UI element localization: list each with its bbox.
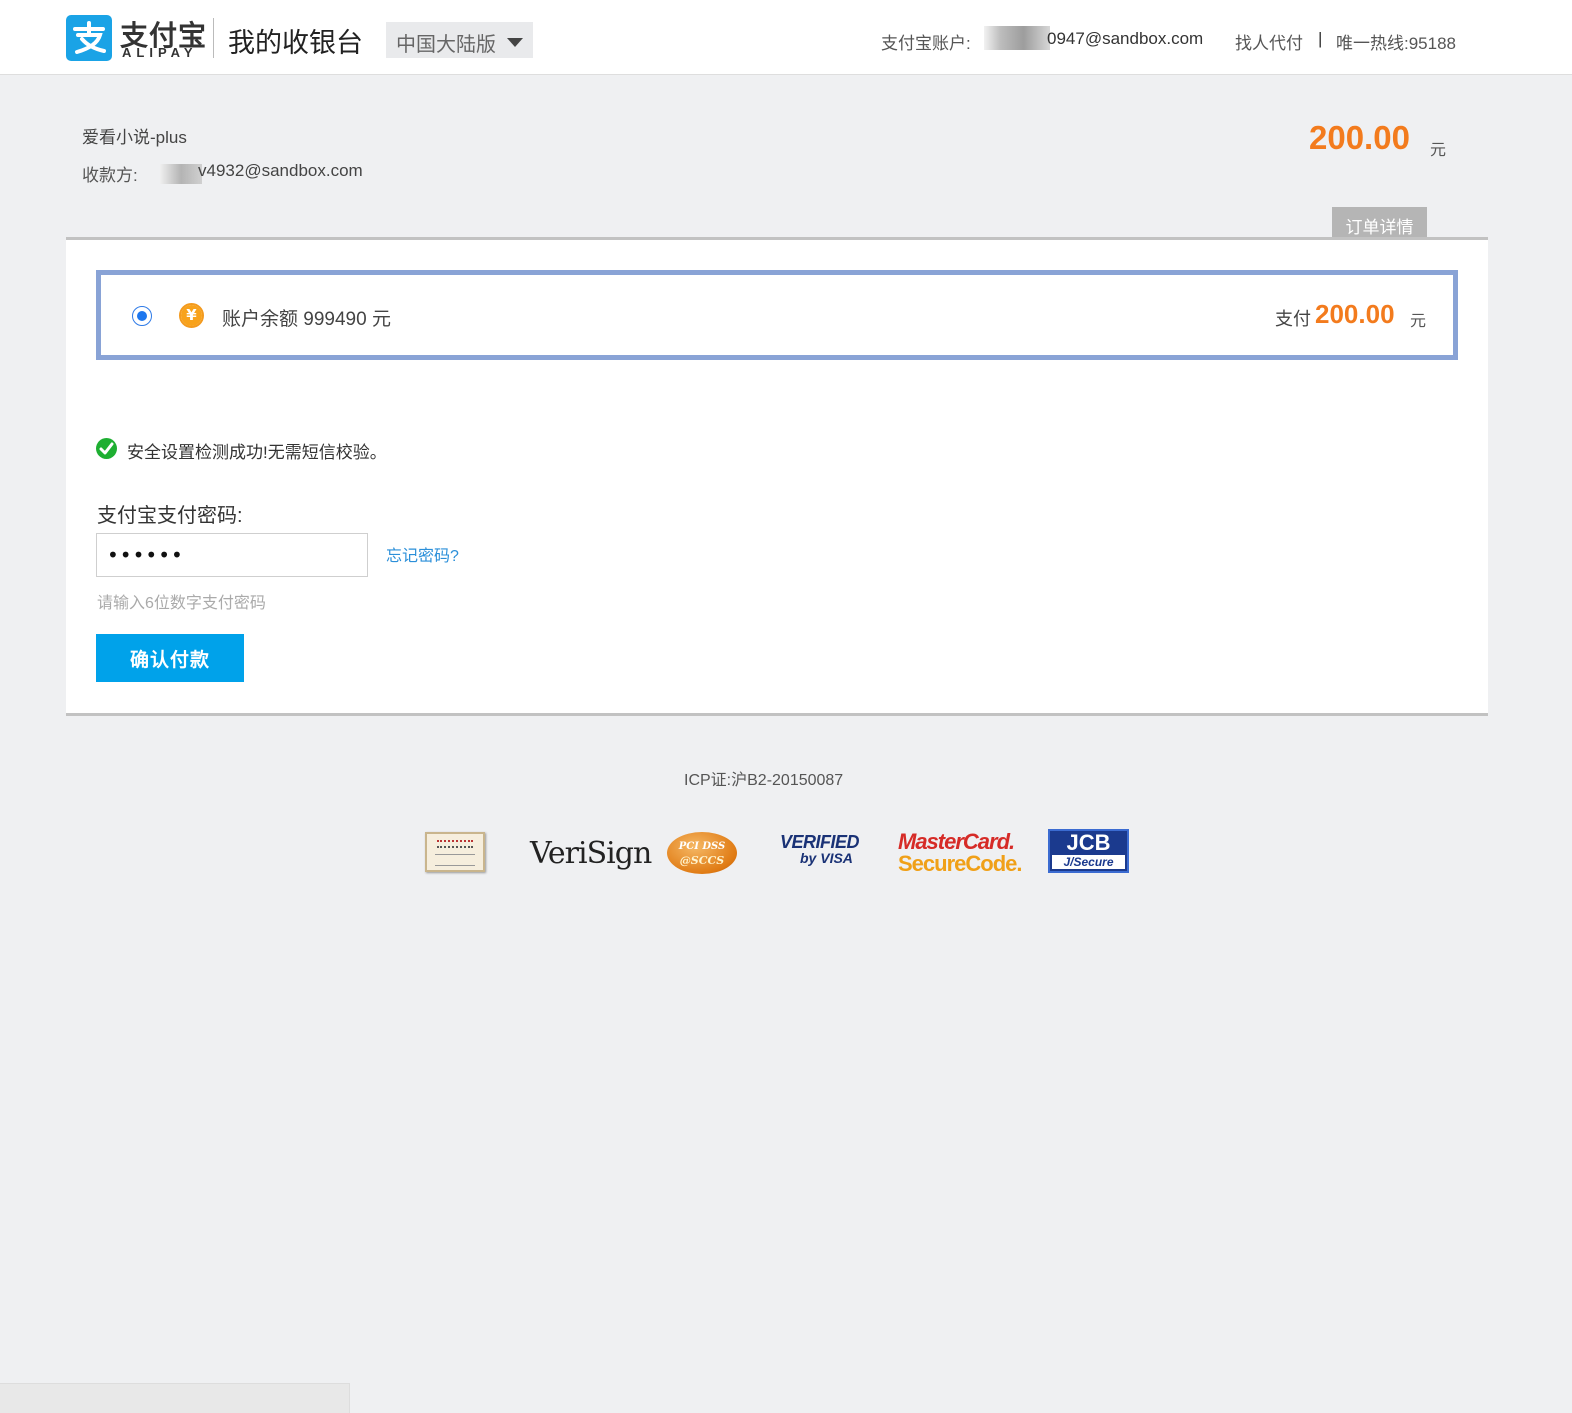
pci-dss-text: PCI DSS	[678, 841, 726, 852]
pci-dss-badge[interactable]: PCI DSS @SCCS	[667, 832, 737, 874]
jcb-text: JCB	[1066, 830, 1111, 855]
check-circle-icon	[96, 438, 117, 459]
securecode-text: SecureCode.	[898, 851, 1022, 876]
verisign-text: VeriSign	[530, 836, 652, 871]
caret-down-icon	[507, 38, 523, 47]
verisign-badge[interactable]: VeriSign	[530, 836, 652, 871]
order-detail-tab[interactable]: 订单详情	[1332, 207, 1427, 238]
payee-value: v4932@sandbox.com	[198, 161, 363, 180]
region-select-value: 中国大陆版	[396, 32, 496, 56]
total-amount: 200.00	[1309, 119, 1410, 156]
password-input[interactable]	[96, 533, 368, 577]
verified-by-visa-badge[interactable]: VERIFIED by VISA	[780, 832, 860, 866]
checkmark-icon	[99, 442, 114, 455]
payee-label: 收款方:	[82, 166, 138, 185]
pay-label: 支付	[1275, 309, 1311, 329]
jcb-jsecure-badge[interactable]: JCB J/Secure	[1048, 829, 1129, 873]
pay-unit: 元	[1410, 313, 1427, 330]
vbv-text-line2: by VISA	[800, 850, 853, 866]
bottom-status-bar	[0, 1383, 350, 1413]
balance-label: 账户余额 999490 元	[222, 309, 391, 330]
yuan-balance-icon: ¥	[179, 303, 204, 328]
security-check-message: 安全设置检测成功!无需短信校验。	[127, 443, 387, 462]
region-select[interactable]: 中国大陆版	[386, 22, 533, 58]
header: 支付宝 ALIPAY 我的收银台 中国大陆版 支付宝账户: 0947@sandb…	[0, 0, 1572, 75]
merchant-name: 爱看小说-plus	[82, 128, 187, 147]
alipay-mark-icon	[73, 21, 106, 54]
pay-amount: 200.00	[1315, 299, 1395, 329]
find-someone-pay-link[interactable]: 找人代付	[1235, 29, 1303, 54]
alipay-logo-icon[interactable]	[66, 15, 112, 61]
logo-text-en: ALIPAY	[122, 45, 198, 60]
password-label: 支付宝支付密码:	[97, 505, 243, 527]
payee-redaction	[160, 164, 202, 184]
hotline-text: 唯一热线:95188	[1336, 34, 1456, 53]
certificate-badge-icon[interactable]	[425, 832, 485, 872]
mastercard-securecode-badge[interactable]: MasterCard. SecureCode.	[898, 829, 1022, 877]
logo-divider	[213, 18, 214, 58]
icp-license: ICP证:沪B2-20150087	[684, 772, 844, 789]
account-value: 0947@sandbox.com	[1047, 29, 1204, 48]
header-separator: |	[1318, 29, 1323, 48]
forgot-password-link[interactable]: 忘记密码?	[386, 542, 459, 566]
account-label: 支付宝账户:	[881, 34, 971, 53]
account-redaction	[984, 26, 1050, 50]
page-title: 我的收银台	[228, 28, 363, 59]
confirm-payment-button[interactable]: 确认付款	[96, 634, 244, 682]
payment-method-radio[interactable]	[132, 306, 152, 326]
total-unit: 元	[1430, 142, 1447, 159]
jsecure-text: J/Secure	[1052, 855, 1125, 869]
sccs-text: @SCCS	[679, 854, 725, 867]
password-hint: 请输入6位数字支付密码	[97, 595, 266, 612]
